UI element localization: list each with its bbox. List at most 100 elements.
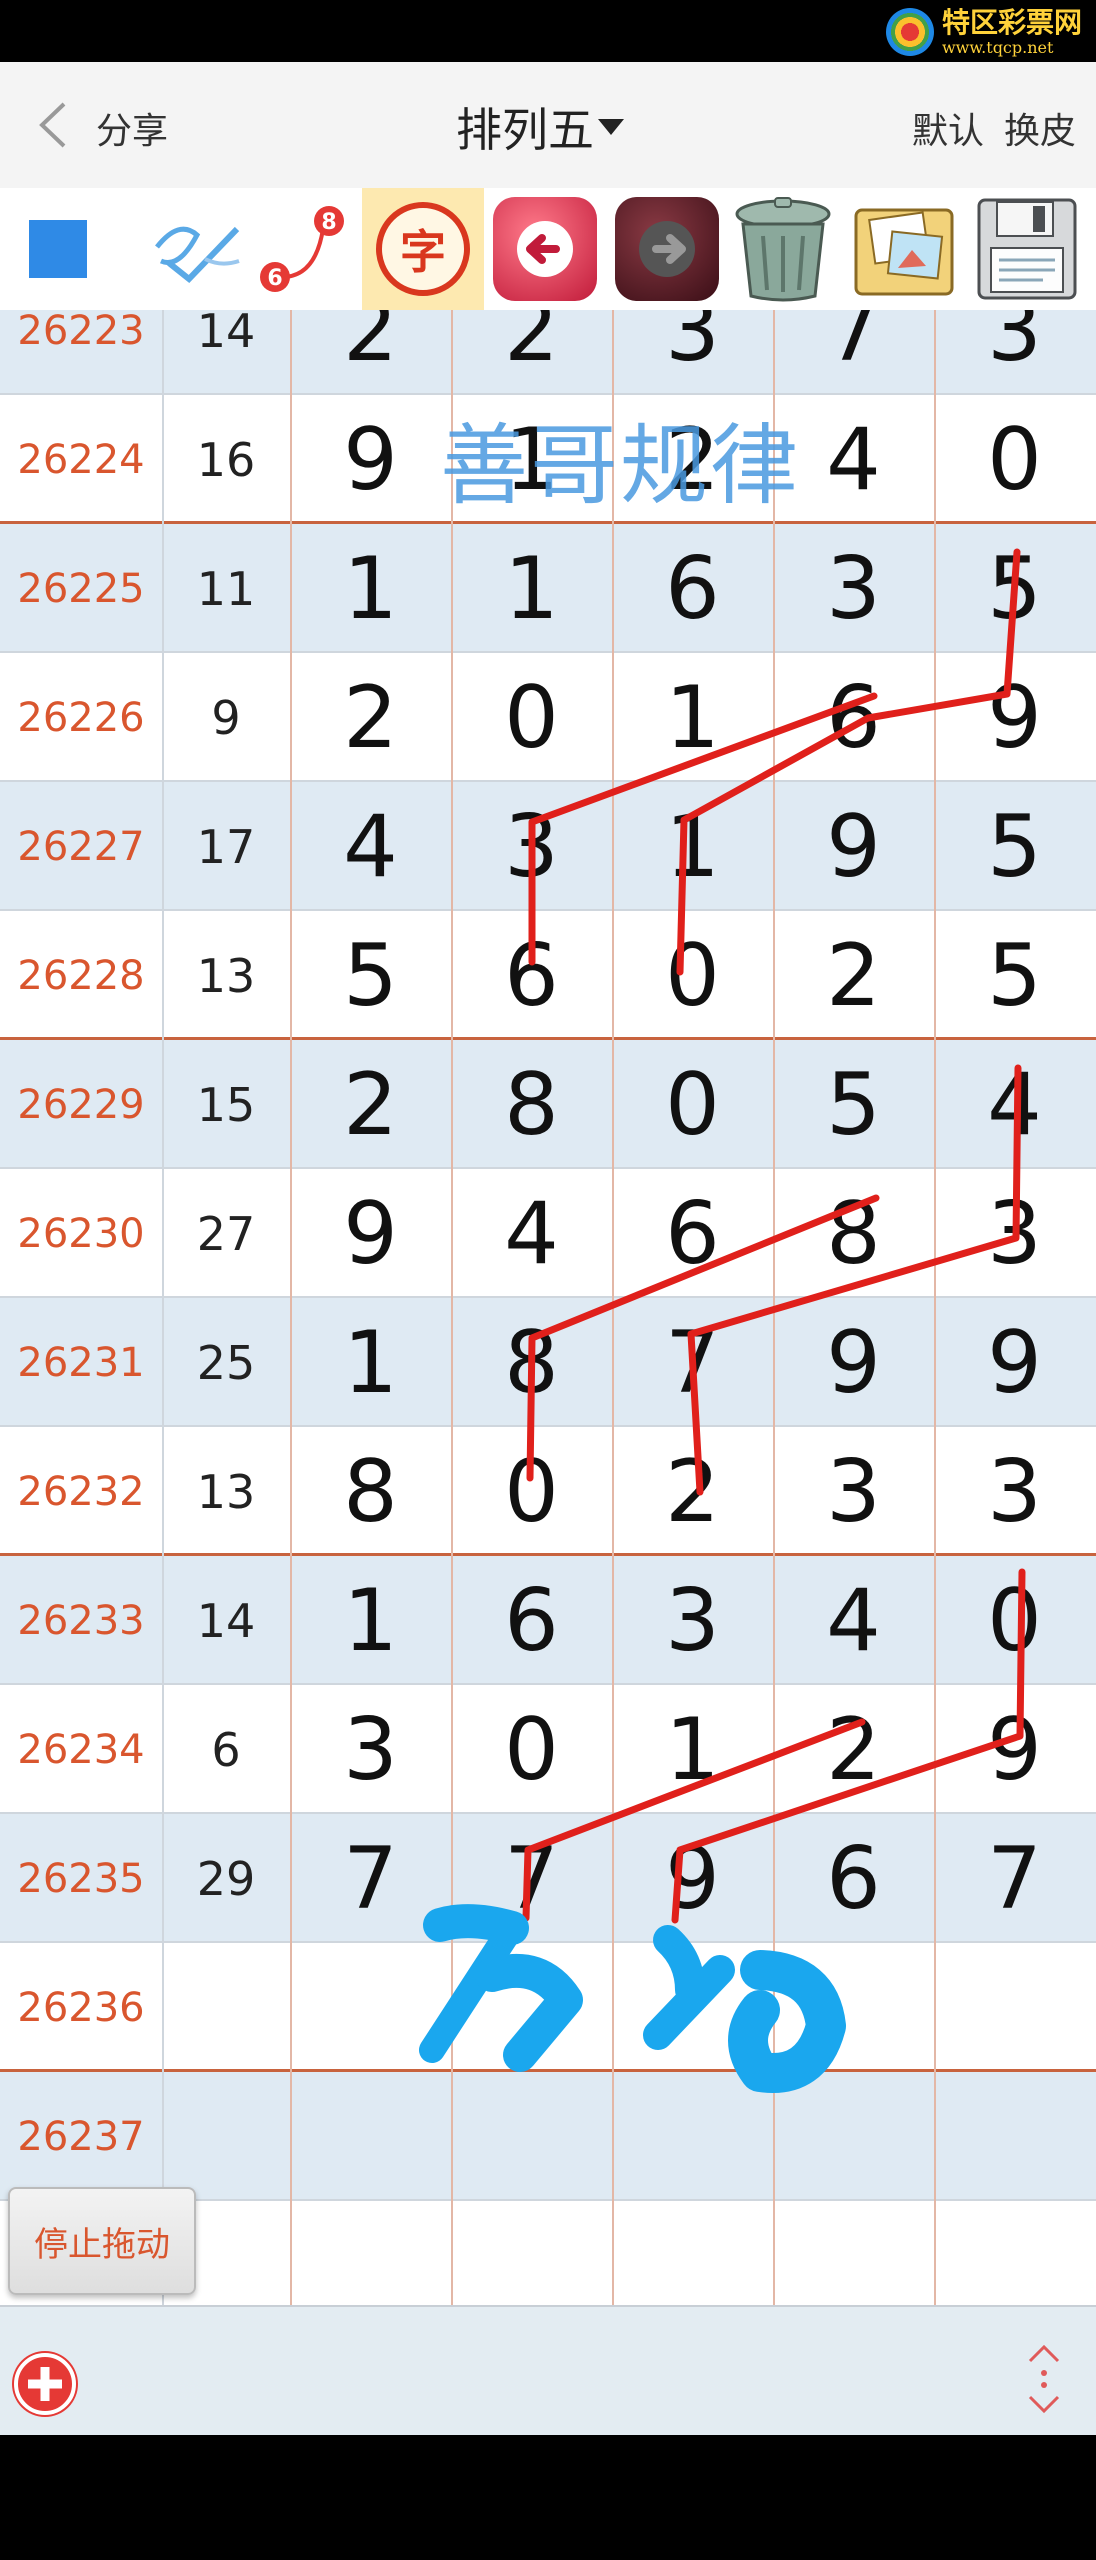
draw-digit[interactable]: 3: [612, 310, 773, 395]
draw-digit[interactable]: 4: [451, 1169, 612, 1298]
draw-digit[interactable]: 1: [290, 1556, 451, 1685]
table-row[interactable]: 26236: [0, 1943, 1096, 2072]
draw-digit[interactable]: [612, 1943, 773, 2072]
draw-digit[interactable]: 7: [451, 1814, 612, 1943]
draw-digit[interactable]: 3: [934, 310, 1095, 395]
expand-vertical-icon[interactable]: [1022, 2343, 1066, 2415]
draw-digit[interactable]: [290, 1943, 451, 2072]
draw-digit[interactable]: 5: [934, 782, 1095, 911]
draw-digit[interactable]: 0: [612, 1040, 773, 1169]
draw-digit[interactable]: [612, 2072, 773, 2201]
draw-digit[interactable]: 6: [612, 1169, 773, 1298]
draw-digit[interactable]: 6: [451, 1556, 612, 1685]
draw-digit[interactable]: 0: [451, 653, 612, 782]
add-circle-icon[interactable]: [14, 2353, 76, 2415]
draw-digit[interactable]: [451, 2201, 612, 2305]
draw-digit[interactable]: [773, 2201, 934, 2305]
table-row[interactable]: 26233 14 1 6 3 4 0: [0, 1556, 1096, 1685]
draw-digit[interactable]: [451, 1943, 612, 2072]
draw-digit[interactable]: 9: [773, 1298, 934, 1427]
draw-digit[interactable]: [934, 2201, 1095, 2305]
draw-digit[interactable]: 9: [934, 1685, 1095, 1814]
table-row[interactable]: 26225 11 1 1 6 3 5: [0, 524, 1096, 653]
draw-digit[interactable]: 5: [773, 1040, 934, 1169]
table-row[interactable]: 26230 27 9 4 6 8 3: [0, 1169, 1096, 1298]
draw-digit[interactable]: 2: [773, 911, 934, 1040]
draw-digit[interactable]: 9: [290, 395, 451, 524]
draw-digit[interactable]: 9: [934, 653, 1095, 782]
lottery-type-dropdown[interactable]: 排列五: [456, 94, 624, 160]
draw-digit[interactable]: 1: [612, 653, 773, 782]
draw-digit[interactable]: 1: [451, 524, 612, 653]
share-button[interactable]: 分享: [96, 102, 168, 154]
table-row[interactable]: 26228 13 5 6 0 2 5: [0, 911, 1096, 1040]
draw-digit[interactable]: 3: [934, 1427, 1095, 1556]
draw-digit[interactable]: 4: [934, 1040, 1095, 1169]
draw-digit[interactable]: 7: [290, 1814, 451, 1943]
draw-digit[interactable]: 6: [773, 1814, 934, 1943]
draw-digit[interactable]: 1: [612, 782, 773, 911]
table-row[interactable]: 26229 15 2 8 0 5 4: [0, 1040, 1096, 1169]
table-row[interactable]: 26231 25 1 8 7 9 9: [0, 1298, 1096, 1427]
table-row[interactable]: 26227 17 4 3 1 9 5: [0, 782, 1096, 911]
draw-digit[interactable]: 3: [773, 1427, 934, 1556]
draw-digit[interactable]: [934, 1943, 1095, 2072]
draw-digit[interactable]: 3: [451, 782, 612, 911]
text-tool[interactable]: 字: [362, 188, 484, 310]
draw-digit[interactable]: 3: [612, 1556, 773, 1685]
draw-digit[interactable]: 1: [290, 1298, 451, 1427]
draw-digit[interactable]: 9: [934, 1298, 1095, 1427]
draw-digit[interactable]: 5: [934, 524, 1095, 653]
draw-digit[interactable]: 0: [934, 1556, 1095, 1685]
pen-tool[interactable]: [142, 188, 252, 310]
number-link-tool[interactable]: 8 6: [252, 188, 354, 310]
draw-digit[interactable]: 7: [934, 1814, 1095, 1943]
back-chevron-icon[interactable]: [36, 100, 70, 150]
draw-digit[interactable]: 5: [290, 911, 451, 1040]
stop-drag-button[interactable]: 停止拖动: [8, 2187, 196, 2295]
table-row[interactable]: 26235 29 7 7 9 6 7: [0, 1814, 1096, 1943]
table-row[interactable]: 26234 6 3 0 1 2 9: [0, 1685, 1096, 1814]
table-row[interactable]: 26232 13 8 0 2 3 3: [0, 1427, 1096, 1556]
draw-digit[interactable]: 4: [773, 1556, 934, 1685]
draw-digit[interactable]: 7: [773, 310, 934, 395]
draw-digit[interactable]: 9: [290, 1169, 451, 1298]
clear-button[interactable]: [724, 188, 842, 310]
draw-digit[interactable]: 7: [612, 1298, 773, 1427]
draw-digit[interactable]: 2: [290, 1040, 451, 1169]
undo-button[interactable]: [490, 188, 600, 310]
change-skin-button[interactable]: 换皮: [1004, 102, 1076, 154]
draw-digit[interactable]: 6: [451, 911, 612, 1040]
draw-digit[interactable]: 2: [290, 310, 451, 395]
photo-album-button[interactable]: [845, 188, 963, 310]
draw-digit[interactable]: 0: [934, 395, 1095, 524]
draw-digit[interactable]: 9: [612, 1814, 773, 1943]
save-button[interactable]: [968, 188, 1086, 310]
draw-digit[interactable]: 1: [290, 524, 451, 653]
draw-digit[interactable]: [612, 2201, 773, 2305]
draw-digit[interactable]: [773, 2072, 934, 2201]
color-square-tool[interactable]: [22, 188, 94, 310]
draw-digit[interactable]: [290, 2201, 451, 2305]
draw-digit[interactable]: 0: [612, 911, 773, 1040]
draw-digit[interactable]: 5: [934, 911, 1095, 1040]
draw-digit[interactable]: 6: [612, 524, 773, 653]
draw-digit[interactable]: [290, 2072, 451, 2201]
draw-digit[interactable]: 2: [290, 653, 451, 782]
draw-digit[interactable]: 8: [290, 1427, 451, 1556]
draw-digit[interactable]: 8: [451, 1298, 612, 1427]
draw-digit[interactable]: [773, 1943, 934, 2072]
draw-digit[interactable]: 4: [290, 782, 451, 911]
default-button[interactable]: 默认: [912, 102, 984, 154]
draw-digit[interactable]: [934, 2072, 1095, 2201]
draw-digit[interactable]: 1: [612, 1685, 773, 1814]
draw-digit[interactable]: 0: [451, 1427, 612, 1556]
draw-digit[interactable]: 8: [451, 1040, 612, 1169]
table-row[interactable]: 26223 14 2 2 3 7 3: [0, 310, 1096, 395]
draw-digit[interactable]: [451, 2072, 612, 2201]
lottery-grid[interactable]: 26223 14 2 2 3 7 3 26224 16 9 1 2 4 0 26225 11 1 1 6 3 5 2622…: [0, 310, 1096, 2305]
draw-digit[interactable]: 9: [773, 782, 934, 911]
table-row[interactable]: 26237: [0, 2072, 1096, 2201]
draw-digit[interactable]: 6: [773, 653, 934, 782]
draw-digit[interactable]: 0: [451, 1685, 612, 1814]
